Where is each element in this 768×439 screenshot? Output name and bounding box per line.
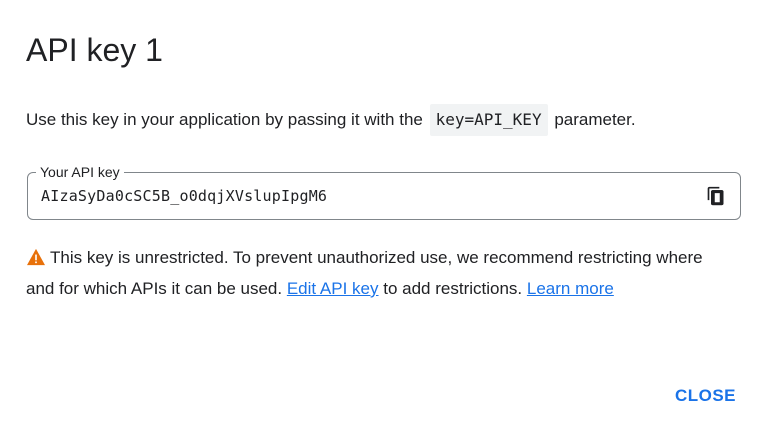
api-key-dialog: API key 1 Use this key in your applicati… xyxy=(0,0,768,439)
learn-more-link[interactable]: Learn more xyxy=(527,279,614,298)
api-key-field[interactable]: Your API key AIzaSyDa0cSC5B_o0dqjXVslupI… xyxy=(27,162,741,220)
warning-icon xyxy=(26,247,46,275)
api-key-field-label: Your API key xyxy=(36,162,124,182)
edit-api-key-link[interactable]: Edit API key xyxy=(287,279,379,298)
dialog-title: API key 1 xyxy=(26,32,163,68)
instruction-after: parameter. xyxy=(554,110,636,129)
api-key-value[interactable]: AIzaSyDa0cSC5B_o0dqjXVslupIpgM6 xyxy=(41,186,327,206)
close-button[interactable]: CLOSE xyxy=(675,384,736,408)
instruction-text: Use this key in your application by pass… xyxy=(26,104,636,136)
copy-icon xyxy=(707,186,724,206)
instruction-before: Use this key in your application by pass… xyxy=(26,110,423,129)
copy-button[interactable] xyxy=(704,184,728,208)
warning-text-middle: to add restrictions. xyxy=(383,279,523,298)
key-param-code: key=API_KEY xyxy=(429,104,548,136)
unrestricted-warning: This key is unrestricted. To prevent una… xyxy=(26,244,726,303)
